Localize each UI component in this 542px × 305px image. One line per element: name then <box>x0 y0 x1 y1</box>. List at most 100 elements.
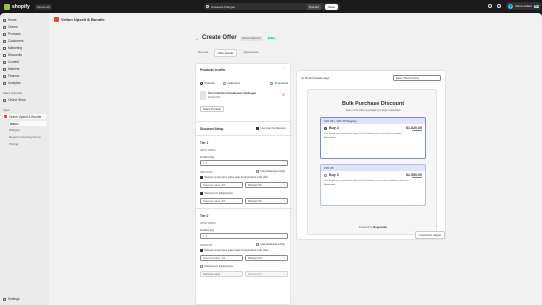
page-header: ← Create Offer Volume discount Active <box>195 35 277 41</box>
discount-on-item-price[interactable]: Discount on item price (same value for a… <box>200 176 290 179</box>
tag-icon <box>3 32 6 36</box>
orders-icon <box>3 25 6 29</box>
powered-by: Powered by Bogosmart <box>308 226 438 229</box>
option-all-products[interactable]: All products <box>270 82 288 85</box>
checkbox[interactable] <box>200 176 203 179</box>
app-header: Velion Upsell & Bundle <box>54 17 105 22</box>
chevron-up-icon[interactable]: ⌃ <box>283 67 286 71</box>
checkbox[interactable] <box>256 243 259 246</box>
tier-2-shipping-value[interactable]: Discount value <box>200 271 243 277</box>
sidebar-sub-widgets[interactable]: Widgets <box>9 128 20 132</box>
use-main-discount[interactable]: Use main for discount <box>256 127 286 130</box>
use-advanced-config[interactable]: Use advanced config <box>256 243 285 246</box>
sidebar-item-content[interactable]: Content <box>3 60 19 64</box>
tier-2-discount-value[interactable]: Discount value 15 <box>200 255 243 261</box>
apps-heading[interactable]: Apps <box>3 108 9 112</box>
tier-2-title: Tier 2 <box>200 214 209 218</box>
app-name: Velion Upsell & Bundle <box>61 17 105 22</box>
sidekick-icon[interactable] <box>488 4 492 8</box>
sidebar-item-label: Discounts <box>8 53 22 57</box>
offer-option-2[interactable]: 15% Off Buy 3 $2,550.00 $3,000.00 Your b… <box>320 164 426 206</box>
option-products[interactable]: Products <box>200 82 215 85</box>
checkbox-label: Discount on item price (same value for a… <box>204 249 269 252</box>
offer-radio[interactable] <box>324 126 327 130</box>
checkbox[interactable] <box>256 170 259 173</box>
logo-text: shopify <box>12 3 30 10</box>
offer-radio[interactable] <box>324 173 327 177</box>
sidebar-item-settings[interactable]: Settings <box>3 297 20 301</box>
checkbox[interactable] <box>256 127 259 130</box>
radio-all-products[interactable] <box>270 82 273 85</box>
shopify-logo[interactable]: shopify <box>4 3 30 10</box>
save-button[interactable]: Save <box>325 3 338 10</box>
discount-card-title: Discount Setup <box>200 127 224 131</box>
notifications-bell-icon[interactable] <box>497 4 501 8</box>
select-value: Dawn (Theme Active) <box>396 76 419 80</box>
checkbox-label: Use advanced config <box>260 243 285 246</box>
sidebar-item-markets[interactable]: Markets <box>3 67 19 71</box>
tab-appearance[interactable]: Appearance <box>240 49 261 57</box>
chevron-down-icon: ⌄ <box>282 183 285 187</box>
sidebar-item-label: Analytics <box>8 81 21 85</box>
discount-label: DISCOUNT <box>200 171 213 174</box>
tier-1-qty-input[interactable]: ≥2 <box>200 160 288 166</box>
tier-2-shipping-type[interactable]: Percent (%) ⌄ <box>245 271 288 277</box>
app-logo-icon <box>54 17 59 22</box>
checkbox[interactable] <box>200 249 203 252</box>
chevron-down-icon: ⌄ <box>282 256 285 260</box>
sidebar-sub-offers[interactable]: Offers <box>9 121 47 126</box>
delete-icon[interactable]: ✕ <box>282 92 285 97</box>
option-collections[interactable]: Collections <box>223 82 240 85</box>
sidebar-item-products[interactable]: Products <box>3 32 21 36</box>
tier-1-shipping-value[interactable]: Discount value 10 <box>200 198 243 204</box>
shopify-bag-icon <box>4 3 10 10</box>
tier-1-shipping-type[interactable]: Percent (%) ⌄ <box>245 198 288 204</box>
show-more-link[interactable]: Show more <box>321 136 425 140</box>
tab-general[interactable]: General <box>195 49 211 57</box>
tier-2-qty-input[interactable]: ≥3 <box>200 233 288 239</box>
qty-value: 3 <box>205 234 207 238</box>
tier-1-discount-value[interactable]: Discount value 10 <box>200 182 243 188</box>
radio-collections[interactable] <box>223 82 226 85</box>
sidebar-item-analytics[interactable]: Analytics <box>3 81 21 85</box>
discount-on-item-price[interactable]: Discount on item price (same value for a… <box>200 249 290 252</box>
tier-1-discount-type[interactable]: Percent (%) ⌄ <box>245 182 288 188</box>
sidebar-item-finance[interactable]: Finance <box>3 74 19 78</box>
sidebar-item-label: Velion Upsell & Bundle <box>9 114 42 119</box>
sidebar-item-app[interactable]: Velion Upsell & Bundle <box>3 114 46 119</box>
use-advanced-config[interactable]: Use advanced config <box>256 170 285 173</box>
back-arrow-icon[interactable]: ← <box>195 36 199 41</box>
account-menu[interactable]: V Vemo-cotton BH <box>506 2 542 10</box>
sidebar-item-discounts[interactable]: Discounts <box>3 53 22 57</box>
discount-on-shipping[interactable]: Discount on shipping fee <box>200 192 233 195</box>
top-icons <box>488 4 501 8</box>
sidebar-item-orders[interactable]: Orders <box>3 25 18 29</box>
select-value: Percent (%) <box>248 199 262 203</box>
customize-widget-button[interactable]: Customize widget <box>415 231 446 239</box>
show-more-link[interactable]: Show more <box>321 183 425 187</box>
offer-option-1[interactable]: 10% Off + 10% Off Shipping Buy 2 $1,620.… <box>320 117 426 159</box>
sidebar-item-customers[interactable]: Customers <box>3 39 23 43</box>
sidebar-item-online-store[interactable]: Online Store <box>3 98 26 102</box>
select-value: Percent (%) <box>248 256 262 260</box>
option-label: All products <box>274 82 289 85</box>
discount-on-shipping[interactable]: Discount on shipping fee <box>200 265 233 268</box>
checkbox[interactable] <box>200 265 203 268</box>
sidebar-item-marketing[interactable]: Marketing <box>3 46 22 50</box>
theme-select[interactable]: Dawn (Theme Active) ⌄ <box>393 75 441 81</box>
discount-icon <box>3 53 6 57</box>
store-tag[interactable]: Vinaro-15 <box>34 3 52 10</box>
preview-location-label: on Product details page <box>301 77 330 80</box>
select-products-button[interactable]: Select Products <box>200 106 225 112</box>
sidebar-item-home[interactable]: Home <box>3 18 17 22</box>
input-value: 15 <box>222 256 225 260</box>
checkbox[interactable] <box>200 192 203 195</box>
radio-products[interactable] <box>200 82 203 85</box>
tier-2-discount-type[interactable]: Percent (%) ⌄ <box>245 255 288 261</box>
discard-button[interactable]: Discard <box>306 3 322 10</box>
account-name: Vemo-cotton <box>515 4 532 8</box>
sales-channels-heading[interactable]: Sales channels <box>3 91 22 95</box>
sidebar-sub-reports[interactable]: Reports (Coming Soon) <box>9 135 41 139</box>
tab-offer-details[interactable]: Offer Details <box>213 49 238 57</box>
sidebar-sub-pricing[interactable]: Pricing <box>9 142 18 146</box>
